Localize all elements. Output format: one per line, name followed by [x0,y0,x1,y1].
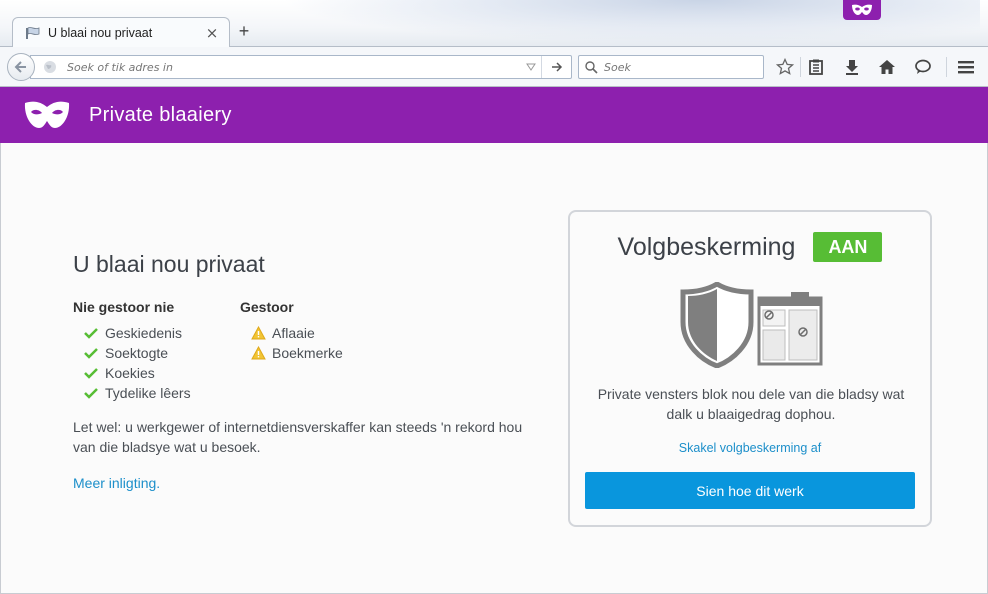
checkmark-icon [83,325,99,341]
dropdown-icon[interactable] [521,63,541,71]
mask-icon [24,100,70,130]
back-button[interactable] [7,53,35,81]
tracking-description: Private vensters blok nou dele van die b… [597,386,905,422]
tab-private-browsing[interactable]: U blaai nou privaat × [12,17,230,47]
toolbar-separator [800,57,801,77]
tracking-shield-icon [680,282,823,368]
list-item: Geskiedenis [73,323,240,343]
search-input[interactable] [604,60,763,74]
go-arrow-icon[interactable] [541,56,571,78]
list-item-label: Boekmerke [272,345,343,361]
list-item-label: Koekies [105,365,155,381]
url-bar[interactable] [30,55,572,79]
not-saved-list: Nie gestoor nie Geskiedenis Soektogte Ko… [73,299,240,403]
home-icon[interactable] [877,57,897,77]
tab-title: U blaai nou privaat [48,25,153,40]
url-input[interactable] [67,57,521,77]
disable-tracking-protection-link[interactable]: Skakel volgbeskerming af [570,441,930,455]
private-tab-favicon-icon [25,26,41,40]
mask-icon [852,4,872,16]
saved-title: Gestoor [240,299,294,315]
chat-icon[interactable] [913,57,933,77]
tab-close-icon[interactable]: × [205,25,219,40]
not-saved-title: Nie gestoor nie [73,299,175,315]
tracking-protection-card: Volgbeskerming AAN Private vensters blok… [568,210,932,527]
see-how-it-works-button[interactable]: Sien hoe dit werk [585,472,915,509]
toolbar-separator [946,57,947,77]
globe-icon [43,60,57,74]
privacy-note: Let wel: u werkgewer of internetdiensver… [73,419,523,455]
learn-more-link[interactable]: Meer inligting. [73,475,533,491]
warning-icon [250,345,266,361]
warning-icon [250,325,266,341]
bookmark-star-icon[interactable] [775,57,795,77]
reading-list-icon[interactable] [806,57,826,77]
search-icon [585,60,598,74]
page-title: U blaai nou privaat [73,251,265,277]
list-item-label: Tydelike lêers [105,385,191,401]
status-badge: AAN [813,232,883,262]
page-content: U blaai nou privaat Nie gestoor nie Gesk… [0,143,988,594]
list-item-label: Aflaaie [272,325,315,341]
search-bar[interactable] [578,55,764,79]
list-item: Aflaaie [240,323,343,343]
private-info-section: U blaai nou privaat Nie gestoor nie Gesk… [73,251,533,491]
saved-list: Gestoor Aflaaie Boekmerke [240,299,343,403]
download-icon[interactable] [842,57,862,77]
list-item: Tydelike lêers [73,383,240,403]
checkmark-icon [83,345,99,361]
back-icon [14,61,26,73]
header-title: Private blaaiery [89,103,232,126]
new-tab-button[interactable]: + [234,21,254,41]
tracking-protection-label: Volgbeskerming [617,232,796,261]
checkmark-icon [83,385,99,401]
list-item: Soektogte [73,343,240,363]
checkmark-icon [83,365,99,381]
list-item-label: Soektogte [105,345,169,361]
private-browsing-header: Private blaaiery [0,87,988,143]
list-item-label: Geskiedenis [105,325,183,341]
list-item: Boekmerke [240,343,343,363]
list-item: Koekies [73,363,240,383]
menu-icon[interactable] [956,57,976,77]
navigation-toolbar [0,46,988,87]
private-browsing-indicator [843,0,881,20]
